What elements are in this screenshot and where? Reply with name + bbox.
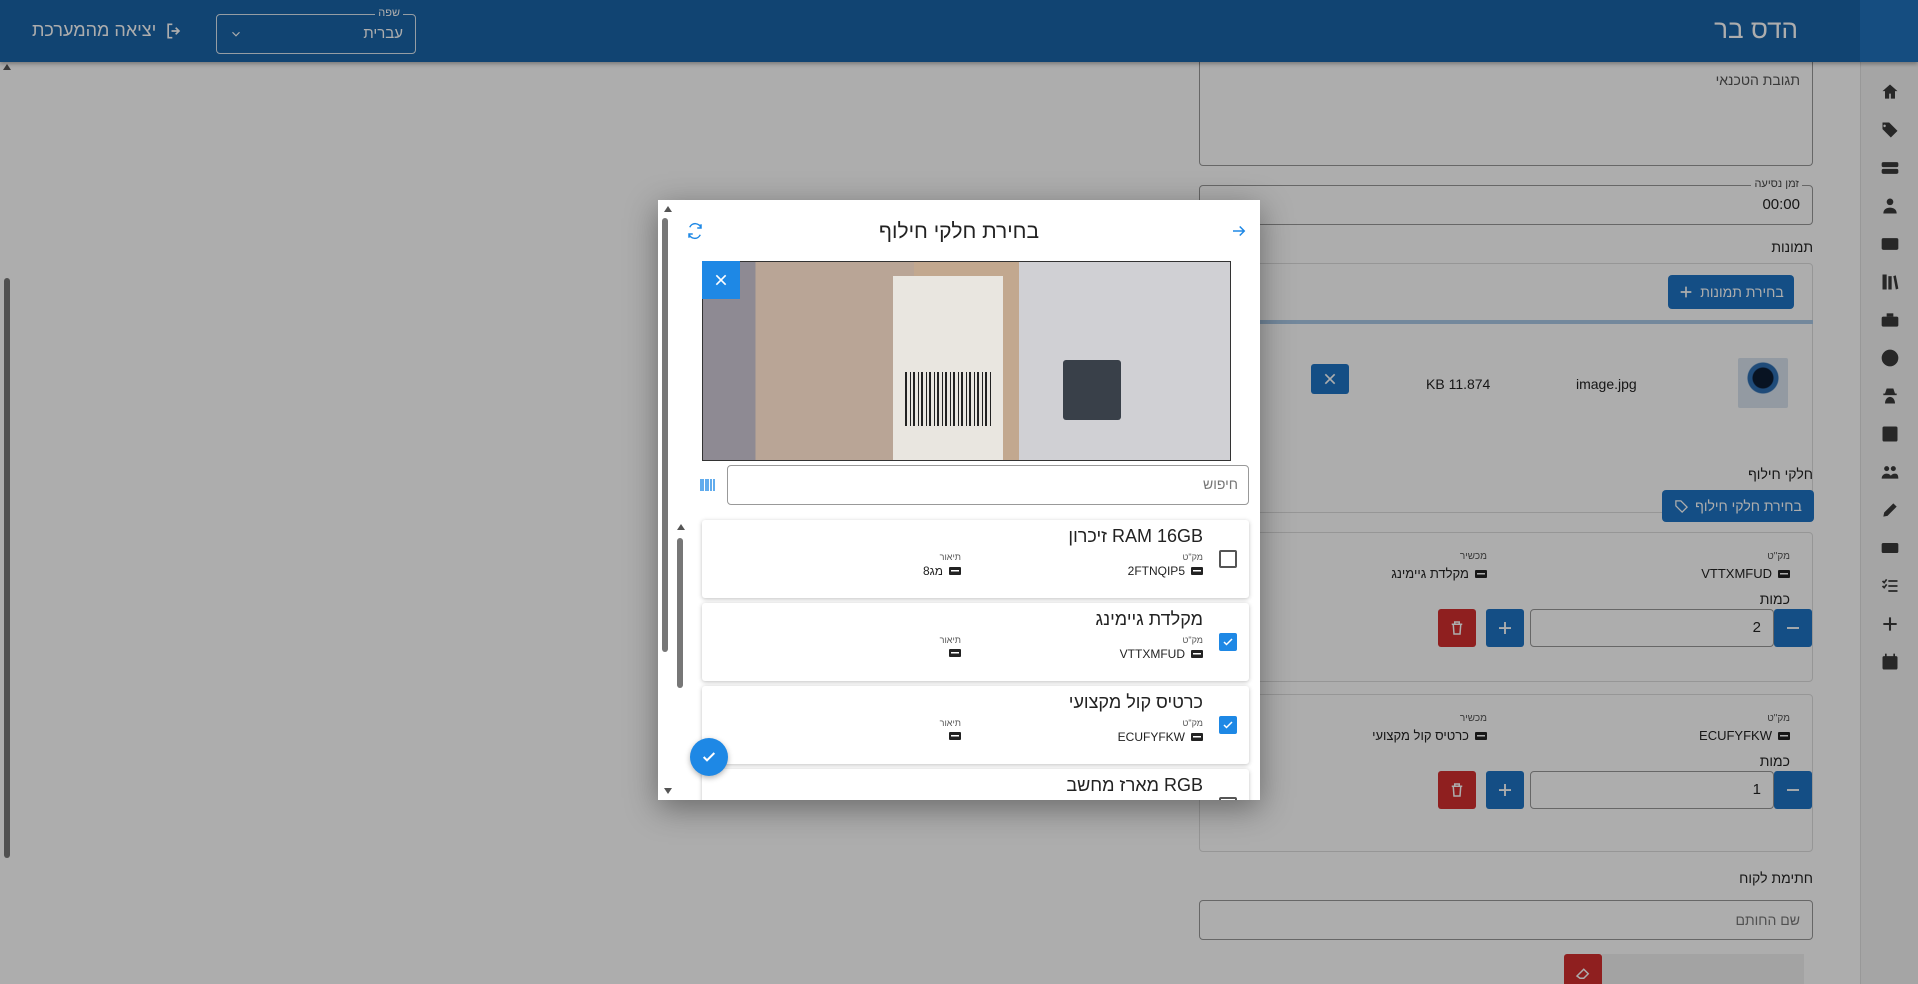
refresh-icon[interactable] <box>686 222 704 240</box>
check-icon <box>1223 638 1233 646</box>
description-icon <box>949 732 961 740</box>
camera-preview <box>702 261 1231 461</box>
sku-label: מק"ט <box>1182 635 1203 645</box>
select-checkbox[interactable] <box>1219 797 1237 800</box>
search-input[interactable] <box>758 476 1238 492</box>
part-name: כרטיס קול מקצועי <box>1068 692 1203 712</box>
part-name: מקלדת גיימינג <box>1095 609 1203 629</box>
description-value <box>943 730 961 742</box>
list-item[interactable]: זיכרון RAM 16GB מק"ט 2FTNQIP5 תיאור 8מג <box>702 520 1249 598</box>
scroll-up-arrow-icon[interactable] <box>663 204 673 214</box>
description-value <box>943 647 961 659</box>
scroll-up-arrow-icon[interactable] <box>676 522 686 532</box>
description-label: תיאור <box>939 552 961 562</box>
description-label: תיאור <box>939 635 961 645</box>
sku-value: 2FTNQIP5 <box>1128 564 1203 578</box>
camera-product-label <box>893 276 1003 460</box>
sku-label: מק"ט <box>1182 718 1203 728</box>
list-item[interactable]: מקלדת גיימינג מק"ט VTTXMFUD תיאור <box>702 603 1249 681</box>
check-icon <box>1223 721 1233 729</box>
description-value: 8מג <box>923 564 961 578</box>
list-item[interactable]: כרטיס קול מקצועי מק"ט ECUFYFKW תיאור <box>702 686 1249 764</box>
dialog-scrollbar[interactable] <box>662 218 668 652</box>
sku-label: מק"ט <box>1182 552 1203 562</box>
barcode-tag-icon <box>1191 567 1203 575</box>
sku-value: ECUFYFKW <box>1118 730 1203 744</box>
close-icon <box>715 274 727 286</box>
scroll-down-arrow-icon[interactable] <box>663 786 673 796</box>
select-checkbox[interactable] <box>1219 633 1237 651</box>
select-checkbox[interactable] <box>1219 716 1237 734</box>
arrow-right-icon[interactable] <box>1230 222 1248 240</box>
select-checkbox[interactable] <box>1219 550 1237 568</box>
barcode-scan-icon[interactable] <box>700 477 716 493</box>
confirm-selection-button[interactable] <box>690 738 728 776</box>
camera-barcode <box>905 372 991 426</box>
list-item[interactable]: מארז מחשב RGB <box>702 769 1249 800</box>
close-camera-button[interactable] <box>702 261 740 299</box>
description-icon <box>949 649 961 657</box>
parts-picker-dialog: בחירת חלקי חילוף זיכרון RAM 16GB מק"ט 2F… <box>658 200 1260 800</box>
camera-recycle-symbol <box>1063 360 1121 420</box>
dialog-title: בחירת חלקי חילוף <box>878 220 1040 243</box>
check-icon <box>702 752 716 762</box>
part-name: זיכרון RAM 16GB <box>1068 526 1203 546</box>
barcode-tag-icon <box>1191 733 1203 741</box>
description-icon <box>949 567 961 575</box>
description-label: תיאור <box>939 718 961 728</box>
sku-value: VTTXMFUD <box>1120 647 1203 661</box>
barcode-tag-icon <box>1191 650 1203 658</box>
part-name: מארז מחשב RGB <box>1066 775 1203 795</box>
parts-list-scrollbar[interactable] <box>677 538 683 688</box>
search-field[interactable] <box>727 465 1249 505</box>
